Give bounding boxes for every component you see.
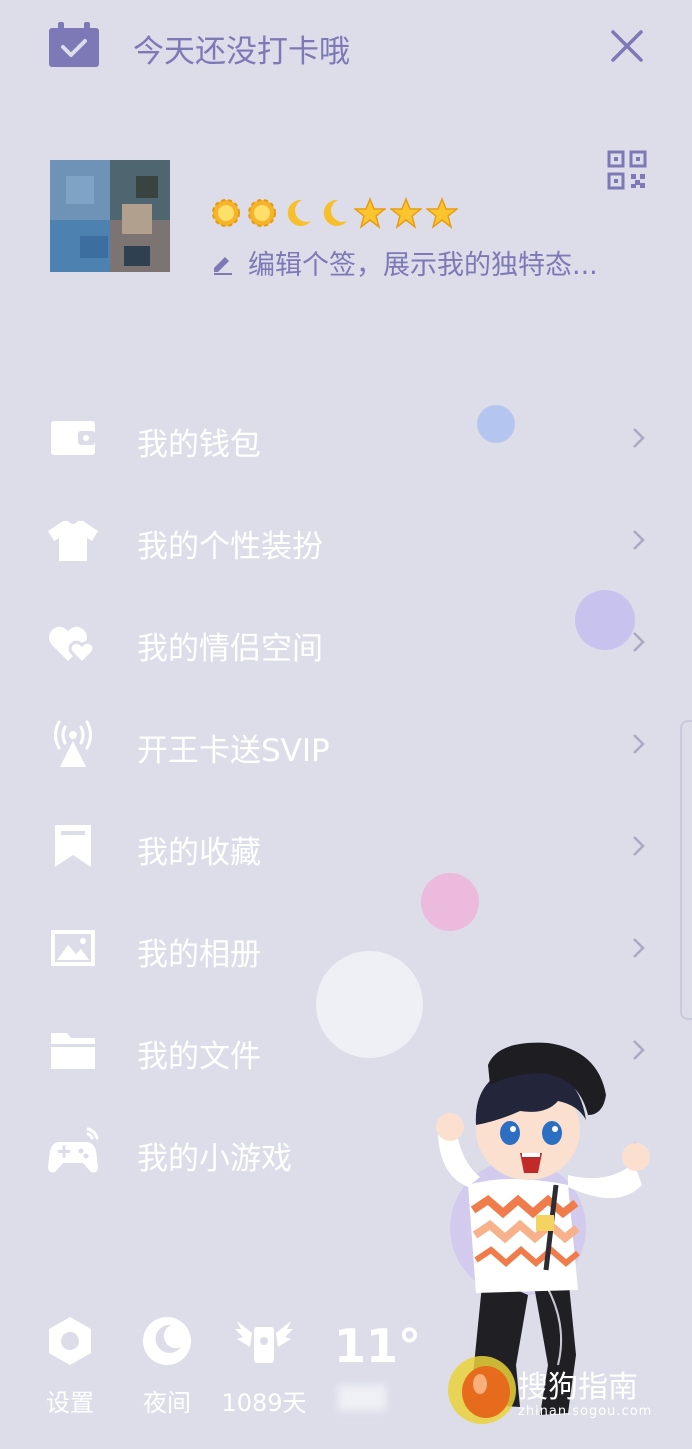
level-badges[interactable] [210, 196, 460, 233]
image-icon [51, 930, 95, 966]
settings-icon [49, 1317, 91, 1365]
menu-label: 我的钱包 [137, 427, 261, 463]
profile-section: 编辑个签，展示我的独特态... [0, 110, 692, 330]
close-icon[interactable] [605, 24, 649, 68]
moon-level-icon [282, 197, 314, 229]
chevron-right-icon [633, 938, 645, 958]
menu-item-couple-space[interactable]: 我的情侣空间 [0, 592, 692, 694]
menu-label: 我的情侣空间 [137, 631, 323, 667]
hearts-icon [49, 626, 96, 666]
shirt-icon [48, 521, 98, 561]
menu-label: 我的文件 [137, 1039, 261, 1075]
calendar-check-icon[interactable] [48, 22, 100, 68]
star-level-icon [352, 196, 388, 229]
avatar[interactable] [36, 146, 184, 286]
temperature[interactable]: 11° [334, 1319, 421, 1373]
chevron-right-icon [633, 530, 645, 550]
top-bar: 今天还没打卡哦 [0, 0, 692, 95]
chevron-right-icon [633, 428, 645, 448]
menu-label: 我的小游戏 [137, 1141, 292, 1177]
antenna-icon [54, 720, 92, 767]
menu-item-decoration[interactable]: 我的个性装扮 [0, 490, 692, 592]
moon-level-icon [318, 197, 350, 229]
winged-badge-icon [235, 1321, 293, 1363]
star-level-icon [424, 196, 460, 229]
egg-logo-icon [448, 1356, 516, 1424]
star-level-icon [388, 196, 424, 229]
menu-label: 我的相册 [137, 937, 261, 973]
wallet-icon [51, 421, 95, 455]
settings-button[interactable]: 设置 [25, 1305, 115, 1425]
menu-label: 我的个性装扮 [137, 529, 323, 565]
menu-label: 开王卡送SVIP [137, 733, 330, 769]
menu-label: 我的收藏 [137, 835, 261, 871]
moon-icon [143, 1317, 191, 1365]
qr-code-icon[interactable] [607, 150, 647, 190]
night-label: 夜间 [143, 1389, 191, 1417]
chevron-right-icon [633, 836, 645, 856]
menu-item-wallet[interactable]: 我的钱包 [0, 388, 692, 490]
folder-icon [51, 1033, 95, 1069]
watermark-url: zhinan.sogou.com [518, 1404, 653, 1419]
weather-location-blurred [338, 1385, 386, 1411]
signature-text: 编辑个签，展示我的独特态... [248, 250, 598, 281]
checkin-prompt[interactable]: 今天还没打卡哦 [133, 26, 350, 71]
edge-handle [680, 720, 692, 1020]
menu-item-king-card[interactable]: 开王卡送SVIP [0, 694, 692, 796]
gamepad-icon [48, 1127, 99, 1173]
menu-item-album[interactable]: 我的相册 [0, 898, 692, 1000]
settings-label: 设置 [46, 1389, 94, 1417]
bookmark-icon [55, 825, 91, 867]
night-mode-button[interactable]: 夜间 [122, 1305, 212, 1425]
days-badge[interactable]: 1089天 [219, 1305, 309, 1425]
signature-row[interactable]: 编辑个签，展示我的独特态... [210, 243, 598, 282]
days-label: 1089天 [221, 1389, 307, 1417]
watermark-brand: 搜狗指南 [518, 1370, 638, 1405]
sun-level-icon [246, 197, 278, 229]
sun-level-icon [210, 197, 242, 229]
chevron-right-icon [633, 632, 645, 652]
pencil-icon [214, 256, 232, 275]
chevron-right-icon [633, 734, 645, 754]
menu-item-favorites[interactable]: 我的收藏 [0, 796, 692, 898]
